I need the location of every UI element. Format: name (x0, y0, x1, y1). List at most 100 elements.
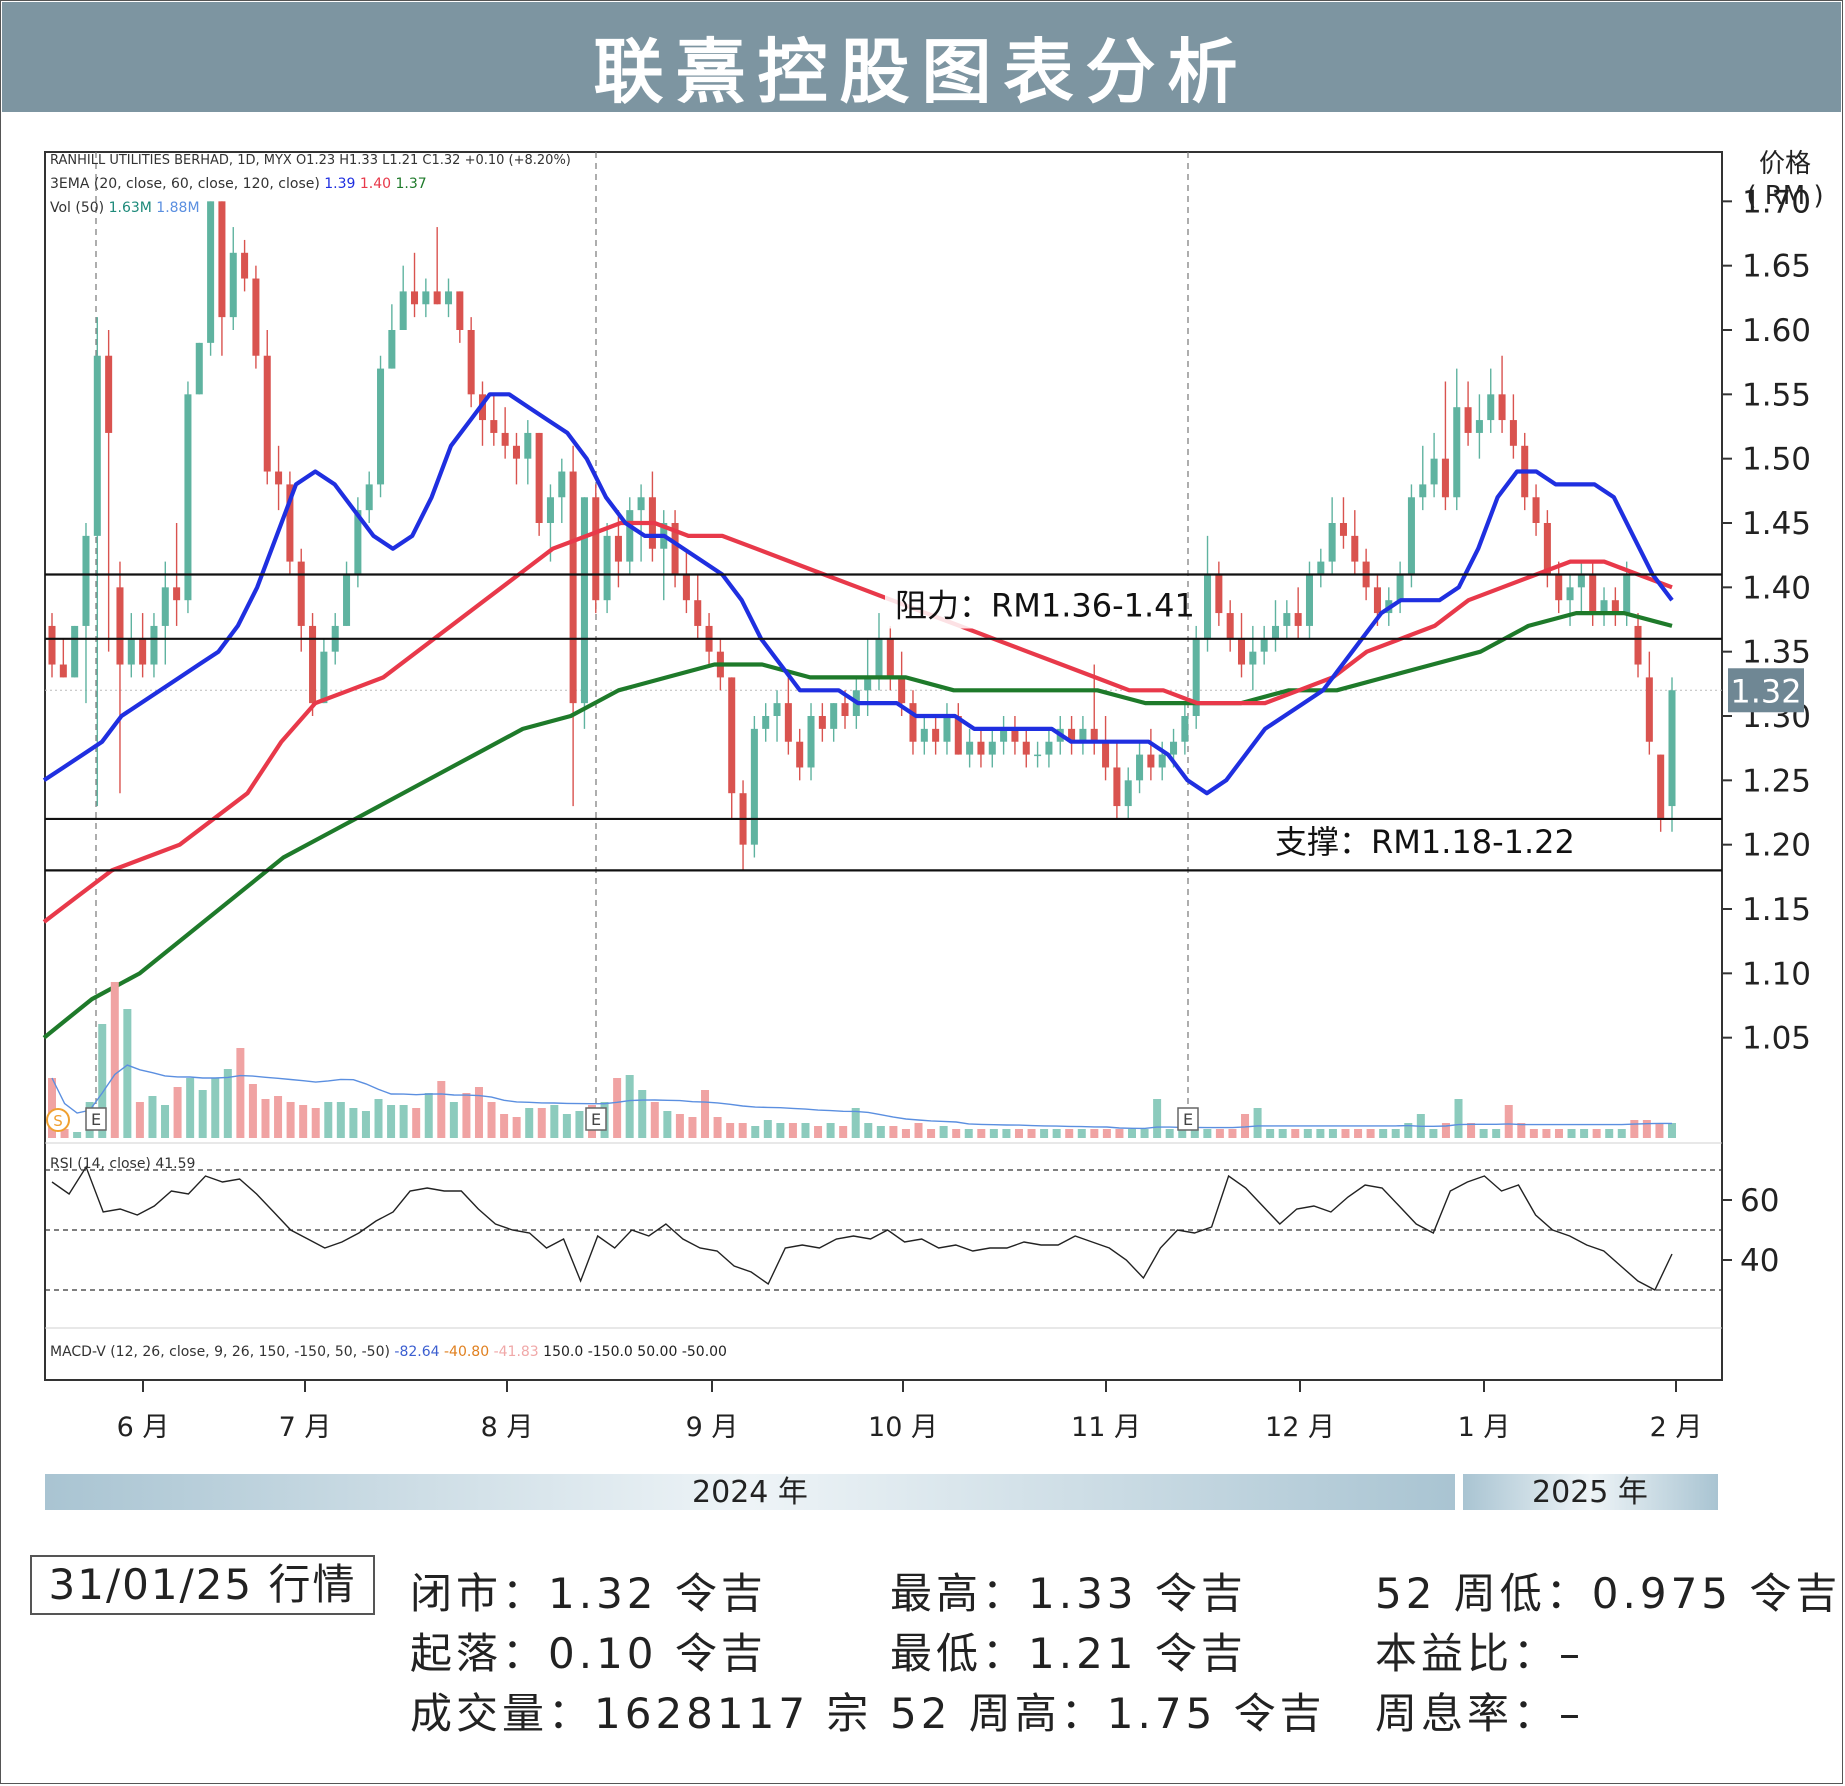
volume-bar (1115, 1129, 1124, 1138)
trade-volume: 成交量：1628117 宗 (410, 1689, 873, 1738)
volume-bar (901, 1129, 910, 1138)
volume-bar (1592, 1129, 1601, 1138)
candle-body (1577, 574, 1585, 588)
candle-body (229, 252, 237, 318)
volume-bar (1391, 1129, 1400, 1138)
y-tick-label: 1.15 (1742, 892, 1811, 928)
macd-legend-value: -40.80 (444, 1344, 494, 1360)
candle-body (1294, 613, 1302, 626)
candle-body (1419, 484, 1427, 498)
candle-body (1113, 767, 1121, 807)
macd-legend-value: -82.64 (394, 1344, 444, 1360)
volume-bar (148, 1096, 157, 1138)
rsi-tick-label: 40 (1740, 1243, 1779, 1279)
volume-bar (964, 1129, 973, 1138)
x-tick-label: 8 月 (481, 1412, 534, 1443)
volume-bar (311, 1108, 320, 1138)
candle-body (1305, 574, 1313, 626)
volume-bar (713, 1117, 722, 1138)
y-tick-label: 1.20 (1742, 828, 1811, 864)
candle-body (637, 497, 645, 511)
volume-bar (1266, 1129, 1275, 1138)
candle-body (966, 741, 974, 755)
candle-body (195, 342, 203, 395)
ema-legend-value: 1.40 (360, 176, 396, 192)
day-low: 最低：1.21 令吉 (890, 1629, 1247, 1678)
volume-bar (1366, 1129, 1375, 1138)
x-tick-label: 11 月 (1071, 1412, 1141, 1443)
support-label: 支撑：RM1.18-1.22 (1275, 823, 1575, 861)
candle-body (1271, 625, 1280, 639)
y-tick-label: 1.55 (1742, 377, 1811, 413)
volume-bar (299, 1105, 308, 1138)
candle-body (784, 703, 792, 742)
candle-body (184, 394, 192, 601)
volume-bar (1668, 1123, 1676, 1138)
volume-bar (1492, 1129, 1501, 1138)
volume-bar (550, 1105, 559, 1138)
volume-bar (1065, 1129, 1074, 1138)
candle-body (1543, 523, 1551, 575)
candle-body (48, 625, 56, 665)
volume-bar (1077, 1129, 1086, 1138)
volume-bar (1354, 1129, 1363, 1138)
candle-body (920, 728, 928, 742)
quote-date: 31/01/25 行情 (30, 1555, 375, 1615)
candle-body (1249, 651, 1257, 665)
volume-bar (889, 1126, 898, 1138)
price-change: 起落：0.10 令吉 (410, 1629, 767, 1678)
candle-body (444, 291, 453, 305)
candle-body (116, 587, 124, 665)
volume-bar (1303, 1129, 1312, 1138)
volume-bar (1002, 1129, 1011, 1138)
candle-body (1623, 574, 1631, 614)
year-2025-label: 2025 年 (1532, 1475, 1648, 1510)
candle-body (1441, 458, 1449, 498)
volume-bar (387, 1105, 396, 1138)
candle-body (524, 432, 532, 459)
candle-body (535, 432, 543, 523)
volume-bar (1278, 1129, 1287, 1138)
candle-body (252, 278, 260, 356)
volume-bar (1128, 1129, 1136, 1138)
candle-body (207, 201, 215, 343)
x-tick-label: 12 月 (1265, 1412, 1335, 1443)
candle-body (1351, 535, 1359, 562)
candle-body (1498, 394, 1506, 421)
volume-bar (525, 1108, 534, 1138)
volume-bar (349, 1108, 358, 1138)
rsi-legend: RSI (14, close) 41.59 (50, 1156, 195, 1172)
candle-body (614, 535, 622, 562)
volume-bar (1090, 1129, 1099, 1138)
volume-bar (914, 1123, 923, 1138)
volume-bar (977, 1129, 986, 1138)
candle-body (807, 716, 815, 768)
week52-low: 52 周低：0.975 令吉 (1375, 1569, 1842, 1618)
volume-bar (1228, 1129, 1237, 1138)
page-title: 联熹控股图表分析 (593, 31, 1250, 113)
chart-header-symbol: RANHILL UTILITIES BERHAD, 1D, MYX O1.23 … (50, 153, 571, 168)
candle-body (1532, 497, 1540, 523)
volume-bar (1504, 1105, 1513, 1138)
candle-body (977, 741, 985, 755)
x-tick-label: 7 月 (279, 1412, 332, 1443)
y-tick-label: 1.40 (1742, 570, 1811, 606)
candle-body (173, 587, 181, 601)
candle-body (1147, 754, 1155, 768)
volume-bar (1605, 1129, 1614, 1138)
volume-bar (336, 1102, 345, 1138)
candle-body (456, 291, 464, 330)
candle-body (841, 703, 849, 716)
volume-bar (374, 1099, 383, 1138)
earnings-marker-label: E (591, 1110, 601, 1129)
dividend-yield: 周息率：– (1375, 1689, 1585, 1738)
candle-body (1136, 754, 1144, 781)
candle-body (1283, 613, 1291, 626)
candle-body (1339, 523, 1347, 536)
y-tick-label: 1.10 (1742, 956, 1811, 992)
volume-bar (161, 1105, 170, 1138)
candle-body (569, 471, 577, 704)
volume-bar (211, 1078, 220, 1138)
volume-bar (1140, 1129, 1149, 1138)
y-tick-label: 1.65 (1742, 249, 1811, 285)
